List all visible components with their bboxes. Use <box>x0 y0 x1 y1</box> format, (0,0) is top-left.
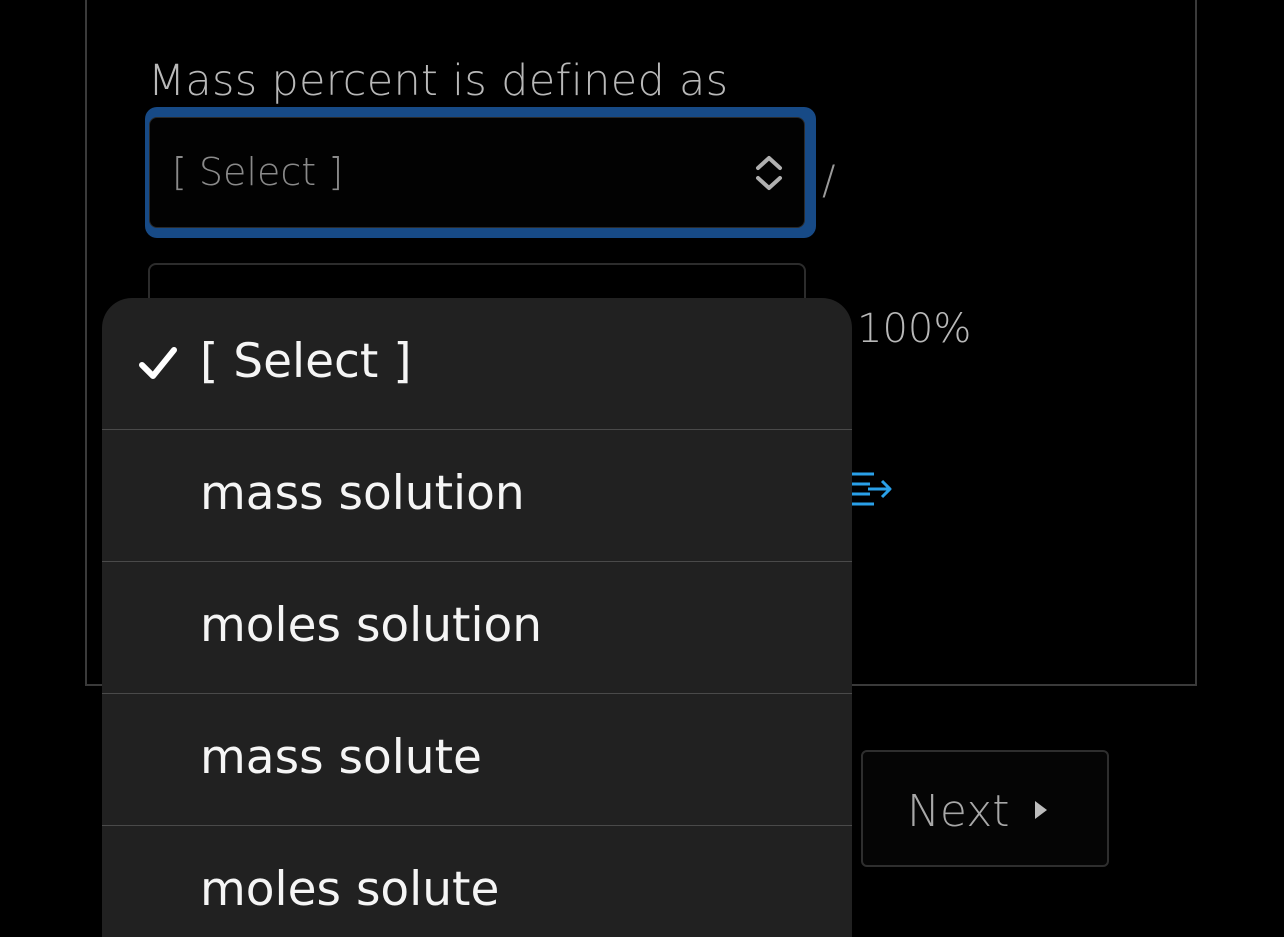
select-dropdown-menu: [ Select ] mass solution moles solution … <box>102 298 852 937</box>
dropdown-option-label: moles solution <box>200 598 543 653</box>
numerator-select-value: [ Select ] <box>172 150 344 194</box>
dropdown-option-select-placeholder[interactable]: [ Select ] <box>102 298 852 430</box>
dropdown-option-label: [ Select ] <box>200 334 412 389</box>
next-button-label: Next <box>907 786 1010 837</box>
dropdown-option-mass-solute[interactable]: mass solute <box>102 694 852 826</box>
dropdown-option-label: mass solute <box>200 730 482 785</box>
quiz-screen: Mass percent is defined as [ Select ] / … <box>0 0 1284 937</box>
times-percent-text: 100% <box>857 306 972 352</box>
dropdown-option-moles-solution[interactable]: moles solution <box>102 562 852 694</box>
dropdown-option-moles-solute[interactable]: moles solute <box>102 826 852 937</box>
embed-icon[interactable] <box>848 470 896 510</box>
fraction-slash: / <box>822 158 836 204</box>
question-prompt: Mass percent is defined as <box>148 56 729 106</box>
chevron-up-down-icon <box>756 156 782 190</box>
next-button[interactable]: Next <box>861 750 1109 867</box>
dropdown-option-mass-solution[interactable]: mass solution <box>102 430 852 562</box>
dropdown-option-label: mass solution <box>200 466 525 521</box>
dropdown-option-label: moles solute <box>200 862 500 917</box>
triangle-right-icon <box>1035 801 1047 819</box>
checkmark-icon <box>139 347 177 379</box>
